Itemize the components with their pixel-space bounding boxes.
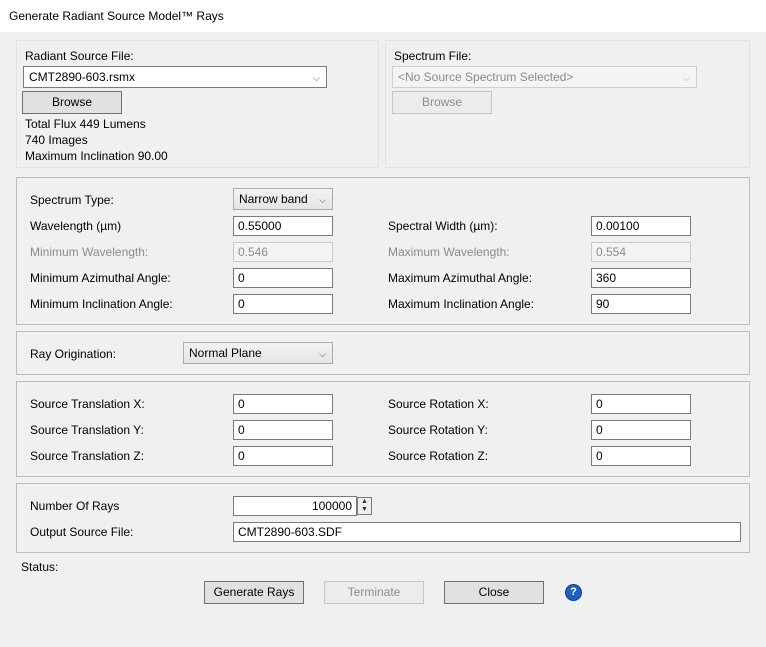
min-inclination-field[interactable]: 0 xyxy=(233,294,333,314)
source-rotation-z-field[interactable]: 0 xyxy=(591,446,691,466)
spectrum-file-dropdown[interactable]: <No Source Spectrum Selected> ⌵ xyxy=(392,66,697,88)
min-wavelength-field: 0.546 xyxy=(233,242,333,262)
spin-down-icon[interactable]: ▼ xyxy=(358,506,371,514)
source-translation-x-label: Source Translation X: xyxy=(30,397,145,411)
spectral-width-label: Spectral Width (µm): xyxy=(388,219,498,233)
spectrum-type-value: Narrow band xyxy=(239,192,308,206)
source-rotation-x-label: Source Rotation X: xyxy=(388,397,489,411)
output-group xyxy=(16,483,750,553)
ray-origination-dropdown[interactable]: Normal Plane ⌵ xyxy=(183,342,333,364)
radiant-source-file-label: Radiant Source File: xyxy=(25,49,134,63)
max-inclination-text: Maximum Inclination 90.00 xyxy=(25,149,168,163)
source-browse-button[interactable]: Browse xyxy=(22,91,122,114)
spectrum-browse-button[interactable]: Browse xyxy=(392,91,492,114)
max-inclination-label: Maximum Inclination Angle: xyxy=(388,297,535,311)
help-icon[interactable]: ? xyxy=(565,584,582,601)
source-translation-x-field[interactable]: 0 xyxy=(233,394,333,414)
spectrum-type-label: Spectrum Type: xyxy=(30,193,114,207)
source-translation-z-field[interactable]: 0 xyxy=(233,446,333,466)
radiant-source-file-dropdown[interactable]: CMT2890-603.rsmx ⌵ xyxy=(23,66,327,88)
source-rotation-x-field[interactable]: 0 xyxy=(591,394,691,414)
output-source-file-label: Output Source File: xyxy=(30,525,134,539)
spin-up-icon[interactable]: ▲ xyxy=(358,498,371,506)
total-flux-text: Total Flux 449 Lumens xyxy=(25,117,146,131)
ray-origination-group xyxy=(16,331,750,375)
window-title: Generate Radiant Source Model™ Rays xyxy=(9,9,224,23)
number-of-rays-label: Number Of Rays xyxy=(30,499,120,513)
output-source-file-field[interactable]: CMT2890-603.SDF xyxy=(233,522,741,542)
min-inclination-label: Minimum Inclination Angle: xyxy=(30,297,173,311)
wavelength-field[interactable]: 0.55000 xyxy=(233,216,333,236)
chevron-down-icon: ⌵ xyxy=(683,73,690,83)
min-wavelength-label: Minimum Wavelength: xyxy=(30,245,149,259)
min-azimuth-label: Minimum Azimuthal Angle: xyxy=(30,271,171,285)
wavelength-label: Wavelength (µm) xyxy=(30,219,122,233)
close-button[interactable]: Close xyxy=(444,581,544,604)
terminate-button[interactable]: Terminate xyxy=(324,581,424,604)
max-inclination-field[interactable]: 90 xyxy=(591,294,691,314)
source-translation-y-label: Source Translation Y: xyxy=(30,423,144,437)
max-azimuth-field[interactable]: 360 xyxy=(591,268,691,288)
min-azimuth-field[interactable]: 0 xyxy=(233,268,333,288)
chevron-down-icon: ⌵ xyxy=(313,73,320,83)
title-bar: Generate Radiant Source Model™ Rays xyxy=(0,0,766,32)
radiant-source-file-value: CMT2890-603.rsmx xyxy=(29,70,136,84)
spectrum-file-value: <No Source Spectrum Selected> xyxy=(398,70,574,84)
source-rotation-z-label: Source Rotation Z: xyxy=(388,449,489,463)
source-rotation-y-label: Source Rotation Y: xyxy=(388,423,488,437)
source-rotation-y-field[interactable]: 0 xyxy=(591,420,691,440)
number-of-rays-field[interactable]: 100000 xyxy=(233,496,357,516)
max-wavelength-field: 0.554 xyxy=(591,242,691,262)
chevron-down-icon: ⌵ xyxy=(319,349,326,359)
status-label: Status: xyxy=(21,560,59,574)
rays-spinner[interactable]: ▲ ▼ xyxy=(357,497,372,515)
max-wavelength-label: Maximum Wavelength: xyxy=(388,245,510,259)
source-translation-y-field[interactable]: 0 xyxy=(233,420,333,440)
spectral-width-field[interactable]: 0.00100 xyxy=(591,216,691,236)
spectrum-type-dropdown[interactable]: Narrow band ⌵ xyxy=(233,188,333,210)
ray-origination-label: Ray Origination: xyxy=(30,347,117,361)
image-count-text: 740 Images xyxy=(25,133,88,147)
max-azimuth-label: Maximum Azimuthal Angle: xyxy=(388,271,533,285)
chevron-down-icon: ⌵ xyxy=(319,195,326,205)
spectrum-file-label: Spectrum File: xyxy=(394,49,472,63)
source-translation-z-label: Source Translation Z: xyxy=(30,449,145,463)
ray-origination-value: Normal Plane xyxy=(189,346,262,360)
generate-rays-button[interactable]: Generate Rays xyxy=(204,581,304,604)
